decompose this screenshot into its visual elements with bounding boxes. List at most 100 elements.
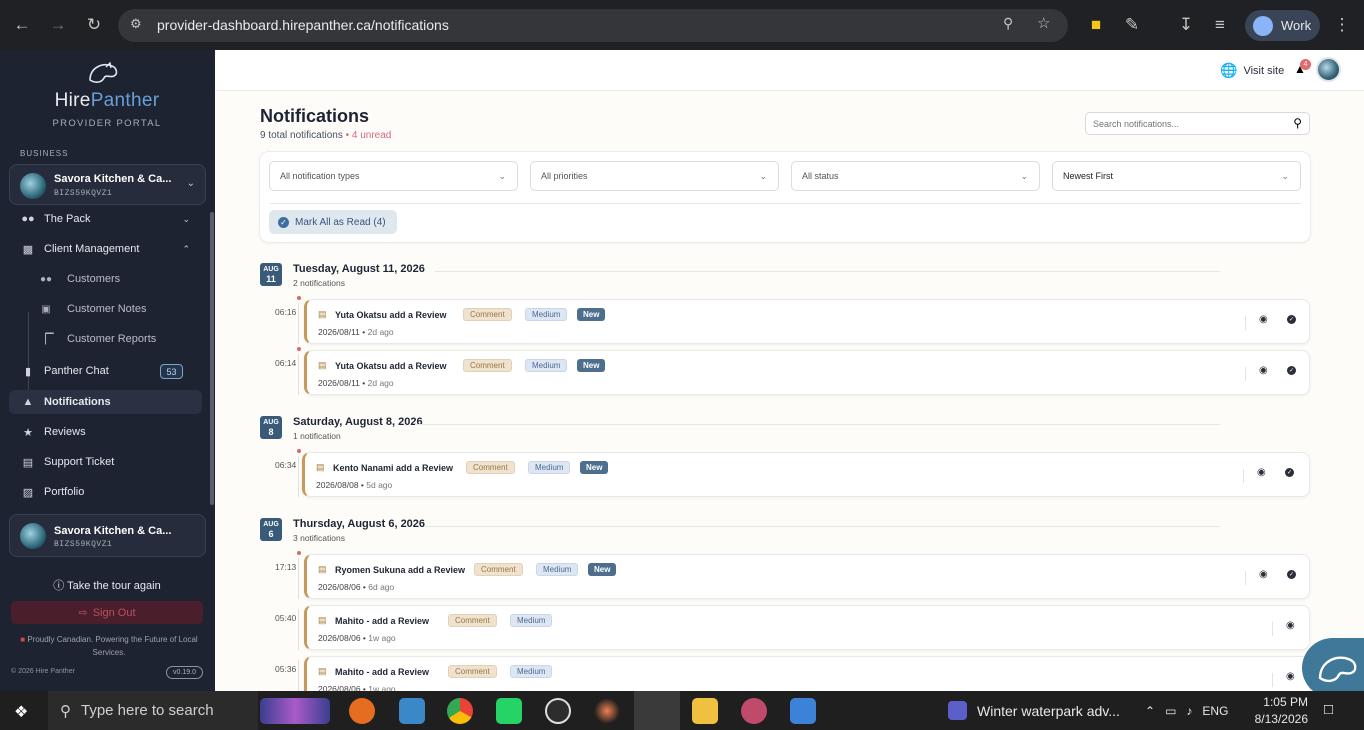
sidebar-item-portfolio[interactable]: ▨ Portfolio [9,480,202,504]
address-bar[interactable]: ⚙ provider-dashboard.hirepanther.ca/noti… [118,9,1068,42]
notification-card[interactable]: ▤ Yuta Okatsu add a Review Comment Medium Ne… [304,299,1310,344]
eye-icon[interactable]: ◉ [1259,569,1268,580]
notification-card[interactable]: ▤ Yuta Okatsu add a Review Comment Medium Ne… [304,350,1310,395]
canada-tagline: ■ Proudly Canadian. Powering the Future … [10,633,208,659]
mark-read-icon[interactable]: ✓ [1287,315,1296,324]
zoom-icon[interactable]: ⚲ [1003,15,1013,32]
business-footer-card[interactable]: Savora Kitchen & Ca... BIZS59KQVZ1 [9,514,206,557]
calendar-badge: AUG 8 [260,416,282,439]
notification-card[interactable]: ▤ Ryomen Sukuna add a Review Comment Medium… [304,554,1310,599]
bookmark-star-icon[interactable]: ☆ [1037,14,1050,32]
notification-date: 2026/08/06 [318,633,361,643]
chevron-down-icon: ⌄ [182,213,190,224]
sidebar-scrollbar[interactable] [210,212,214,505]
search-icon[interactable]: ⚲ [1293,116,1302,130]
snipping-app-icon[interactable] [741,698,767,724]
eye-icon[interactable]: ◉ [1259,365,1268,376]
photos-icon[interactable] [790,698,816,724]
notification-center-icon[interactable]: □ [1324,701,1333,718]
notification-title: Kento Nanami add a Review [333,463,454,473]
priority-filter-value: All priorities [541,171,588,181]
sidebar-item-the-pack[interactable]: ●● The Pack ⌄ [9,207,202,231]
back-icon[interactable]: ← [10,13,34,37]
globe-icon: 🌐 [1220,62,1238,78]
notification-date: 2026/08/06 [318,582,361,592]
priority-tag: Medium [525,308,568,321]
eye-icon[interactable]: ◉ [1286,620,1295,631]
sidebar-item-client-management[interactable]: ▩ Client Management ⌃ [9,237,202,261]
battery-icon[interactable]: ▭ [1165,704,1176,718]
media-icon[interactable]: ≡ [1208,13,1232,37]
chrome-active-icon[interactable] [634,691,680,730]
profile-button[interactable]: Work [1245,10,1320,41]
reload-icon[interactable]: ↻ [82,13,106,37]
eye-icon[interactable]: ◉ [1286,671,1295,682]
sidebar-item-panther-chat[interactable]: ▮ Panther Chat 53 [9,359,202,383]
menu-dots-icon[interactable]: ⋮ [1330,13,1354,37]
firefox-icon[interactable] [349,698,375,724]
date-group-title: Tuesday, August 11, 2026 [293,263,425,275]
people-icon: ●● [21,213,35,225]
action-divider [1245,367,1246,381]
extension-note-icon[interactable]: ■ [1084,13,1108,37]
priority-filter-select[interactable]: All priorities ⌄ [530,161,779,191]
taskbar-search[interactable]: ⚲ Type here to search [48,691,258,730]
clock[interactable]: 1:05 PM 8/13/2026 [1218,694,1308,728]
date-divider [425,526,1220,527]
claude-icon[interactable] [594,698,620,724]
type-filter-value: All notification types [280,171,360,181]
profile-name: Work [1281,18,1312,33]
notification-time: 06:34 [275,460,297,470]
notification-ago: 1w ago [368,684,396,691]
notification-ago: 6d ago [368,582,395,592]
user-avatar[interactable] [1316,57,1341,82]
tour-link[interactable]: ⓘ Take the tour again [0,577,214,593]
type-filter-select[interactable]: All notification types ⌄ [269,161,518,191]
forward-icon[interactable]: → [46,13,70,37]
speaker-icon[interactable]: ♪ [1186,704,1192,718]
priority-tag: Medium [525,359,568,372]
sort-select[interactable]: Newest First ⌄ [1052,161,1301,191]
panther-assistant-button[interactable] [1302,638,1364,691]
notification-card[interactable]: ▤ Kento Nanami add a Review Comment Medium N… [302,452,1310,497]
mark-all-read-button[interactable]: ✓ Mark All as Read (4) [269,210,397,234]
status-filter-select[interactable]: All status ⌄ [791,161,1040,191]
sidebar-item-notifications[interactable]: ▲ Notifications [9,390,202,414]
notification-card[interactable]: ▤ Mahito - add a Review Comment Medium 2026/… [304,656,1310,691]
search-input[interactable] [1086,113,1276,134]
eye-icon[interactable]: ◉ [1259,314,1268,325]
sidebar-item-customer-notes[interactable]: ▣ Customer Notes [38,297,146,321]
url-text[interactable]: provider-dashboard.hirepanther.ca/notifi… [157,17,449,33]
visit-site-link[interactable]: 🌐 Visit site [1220,62,1284,79]
chevron-up-icon[interactable]: ⌃ [1145,704,1155,718]
status-filter-value: All status [802,171,839,181]
sidebar-item-support-ticket[interactable]: ▤ Support Ticket [9,450,202,474]
news-widget[interactable]: Winter waterpark adv... [948,691,1120,730]
mark-read-icon[interactable]: ✓ [1287,366,1296,375]
windows-start-icon[interactable]: ❖ [14,702,28,722]
sign-out-button[interactable]: ⇨ Sign Out [11,601,203,624]
chrome-icon[interactable] [447,698,473,724]
calendar-month: AUG [263,419,279,426]
chatgpt-icon[interactable] [545,698,571,724]
search-box[interactable]: ⚲ [1085,112,1310,135]
notification-row: 06:34 ▤ Kento Nanami add a Review Comment Me… [275,449,1311,497]
notification-ago: 1w ago [368,633,396,643]
desktop-app-icon[interactable] [399,698,425,724]
mark-read-icon[interactable]: ✓ [1287,570,1296,579]
business-selector[interactable]: Savora Kitchen & Ca... BIZS59KQVZ1 ⌄ [9,164,206,205]
notification-card[interactable]: ▤ Mahito - add a Review Comment Medium 2026/… [304,605,1310,650]
sidebar-item-reviews[interactable]: ★ Reviews [9,420,202,444]
sidebar-item-customers[interactable]: ●● Customers [38,267,120,291]
download-icon[interactable]: ↧ [1174,13,1198,37]
date-group-count: 2 notifications [293,278,345,288]
eye-icon[interactable]: ◉ [1257,467,1266,478]
whatsapp-icon[interactable] [496,698,522,724]
widget-image-icon[interactable] [260,698,330,724]
site-info-icon[interactable]: ⚙ [130,16,142,32]
sidebar-item-customer-reports[interactable]: ▕▔ Customer Reports [38,327,156,351]
mark-read-icon[interactable]: ✓ [1285,468,1294,477]
extensions-icon[interactable]: ✎ [1120,13,1144,37]
top-header: 🌐 Visit site ▲ 4 [215,50,1364,91]
file-explorer-icon[interactable] [692,698,718,724]
